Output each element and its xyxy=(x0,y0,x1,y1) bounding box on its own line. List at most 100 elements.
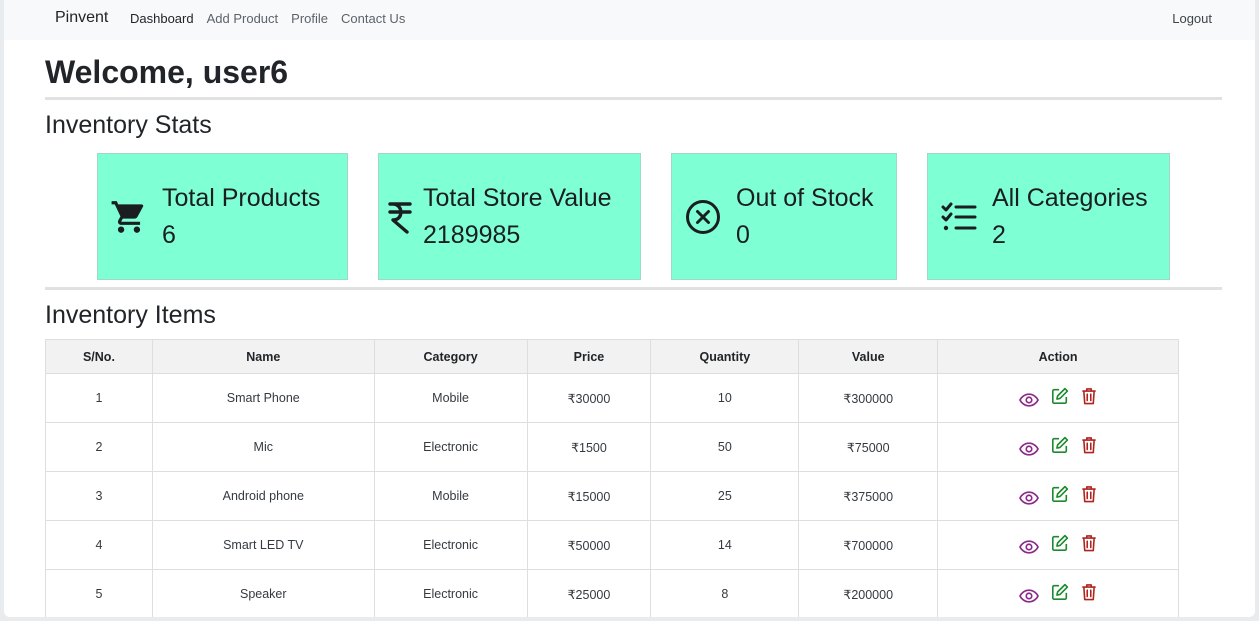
stat-card-total-products: Total Products 6 xyxy=(97,153,348,280)
cell-value: ₹75000 xyxy=(798,422,939,472)
stat-title: Total Products xyxy=(162,184,321,213)
cart-icon xyxy=(104,198,154,236)
cell-price: ₹30000 xyxy=(526,373,652,423)
edit-icon[interactable] xyxy=(1051,436,1069,454)
table-row: 4 Smart LED TV Electronic ₹50000 14 ₹700000 xyxy=(45,520,1179,570)
cell-category: Mobile xyxy=(373,373,528,423)
stat-title: All Categories xyxy=(992,184,1148,213)
column-header: Quantity xyxy=(650,339,800,374)
cell-category: Electronic xyxy=(373,569,528,617)
trash-icon[interactable] xyxy=(1081,436,1097,454)
stat-text: All Categories 2 xyxy=(992,180,1148,253)
edit-icon[interactable] xyxy=(1051,485,1069,503)
cell-quantity: 8 xyxy=(650,569,800,617)
table-row: 2 Mic Electronic ₹1500 50 ₹75000 xyxy=(45,422,1179,472)
column-header: Name xyxy=(151,339,375,374)
logout-link[interactable]: Logout xyxy=(1172,11,1212,26)
cell-value: ₹200000 xyxy=(798,569,939,617)
navbar: Pinvent Dashboard Add Product Profile Co… xyxy=(4,0,1255,40)
inventory-table: S/No. Name Category Price Quantity Value… xyxy=(45,339,1179,617)
cell-category: Electronic xyxy=(373,422,528,472)
table-row: 1 Smart Phone Mobile ₹30000 10 ₹300000 xyxy=(45,373,1179,423)
cell-price: ₹25000 xyxy=(526,569,652,617)
table-header-row: S/No. Name Category Price Quantity Value… xyxy=(45,339,1179,374)
cell-value: ₹300000 xyxy=(798,373,939,423)
divider xyxy=(45,97,1222,100)
column-header: Value xyxy=(798,339,939,374)
eye-icon[interactable] xyxy=(1019,392,1039,408)
row-actions xyxy=(938,534,1178,555)
column-header: S/No. xyxy=(45,339,153,374)
nav-link-dashboard[interactable]: Dashboard xyxy=(130,11,194,26)
page-title: Welcome, user6 xyxy=(45,54,289,90)
trash-icon[interactable] xyxy=(1081,534,1097,552)
edit-icon[interactable] xyxy=(1051,583,1069,601)
cell-price: ₹50000 xyxy=(526,520,652,570)
stat-card-total-store-value: Total Store Value 2189985 xyxy=(378,153,641,280)
nav-link-profile[interactable]: Profile xyxy=(291,11,328,26)
table-body: 1 Smart Phone Mobile ₹30000 10 ₹300000 2 Mic Ele… xyxy=(45,373,1179,617)
cell-name: Smart Phone xyxy=(151,373,375,423)
circle-x-icon xyxy=(678,199,728,235)
cell-sno: 2 xyxy=(45,422,153,472)
column-header: Category xyxy=(373,339,528,374)
nav-link-contact-us[interactable]: Contact Us xyxy=(341,11,405,26)
cell-sno: 4 xyxy=(45,520,153,570)
cell-category: Mobile xyxy=(373,471,528,521)
cell-sno: 3 xyxy=(45,471,153,521)
cell-action xyxy=(937,569,1179,617)
cell-name: Speaker xyxy=(151,569,375,617)
eye-icon[interactable] xyxy=(1019,588,1039,604)
stat-value: 6 xyxy=(162,220,176,249)
cell-action xyxy=(937,373,1179,423)
row-actions xyxy=(938,485,1178,506)
cell-quantity: 14 xyxy=(650,520,800,570)
cell-name: Smart LED TV xyxy=(151,520,375,570)
cell-price: ₹1500 xyxy=(526,422,652,472)
edit-icon[interactable] xyxy=(1051,387,1069,405)
cell-value: ₹375000 xyxy=(798,471,939,521)
stat-value: 2189985 xyxy=(423,220,521,249)
cell-name: Mic xyxy=(151,422,375,472)
nav-link-add-product[interactable]: Add Product xyxy=(207,11,279,26)
eye-icon[interactable] xyxy=(1019,539,1039,555)
cell-quantity: 10 xyxy=(650,373,800,423)
stat-value: 2 xyxy=(992,220,1006,249)
column-header: Action xyxy=(937,339,1179,374)
stat-card-all-categories: All Categories 2 xyxy=(927,153,1170,280)
divider xyxy=(45,287,1222,290)
eye-icon[interactable] xyxy=(1019,441,1039,457)
edit-icon[interactable] xyxy=(1051,534,1069,552)
cell-value: ₹700000 xyxy=(798,520,939,570)
cell-name: Android phone xyxy=(151,471,375,521)
trash-icon[interactable] xyxy=(1081,485,1097,503)
stat-text: Out of Stock 0 xyxy=(736,180,874,253)
cell-action xyxy=(937,520,1179,570)
cell-action xyxy=(937,422,1179,472)
trash-icon[interactable] xyxy=(1081,583,1097,601)
brand-logo[interactable]: Pinvent xyxy=(55,9,108,27)
cell-action xyxy=(937,471,1179,521)
table-row: 5 Speaker Electronic ₹25000 8 ₹200000 xyxy=(45,569,1179,617)
row-actions xyxy=(938,387,1178,408)
rupee-icon xyxy=(385,200,415,234)
cell-price: ₹15000 xyxy=(526,471,652,521)
stat-title: Total Store Value xyxy=(423,184,612,213)
eye-icon[interactable] xyxy=(1019,490,1039,506)
checklist-icon xyxy=(934,202,984,232)
table-row: 3 Android phone Mobile ₹15000 25 ₹375000 xyxy=(45,471,1179,521)
nav-links: Dashboard Add Product Profile Contact Us xyxy=(130,11,418,26)
cell-category: Electronic xyxy=(373,520,528,570)
cell-quantity: 50 xyxy=(650,422,800,472)
stat-value: 0 xyxy=(736,220,750,249)
cell-sno: 5 xyxy=(45,569,153,617)
cell-quantity: 25 xyxy=(650,471,800,521)
stats-heading: Inventory Stats xyxy=(45,111,212,139)
row-actions xyxy=(938,583,1178,604)
cell-sno: 1 xyxy=(45,373,153,423)
stat-text: Total Products 6 xyxy=(162,180,320,253)
items-heading: Inventory Items xyxy=(45,301,216,329)
column-header: Price xyxy=(526,339,652,374)
trash-icon[interactable] xyxy=(1081,387,1097,405)
row-actions xyxy=(938,436,1178,457)
